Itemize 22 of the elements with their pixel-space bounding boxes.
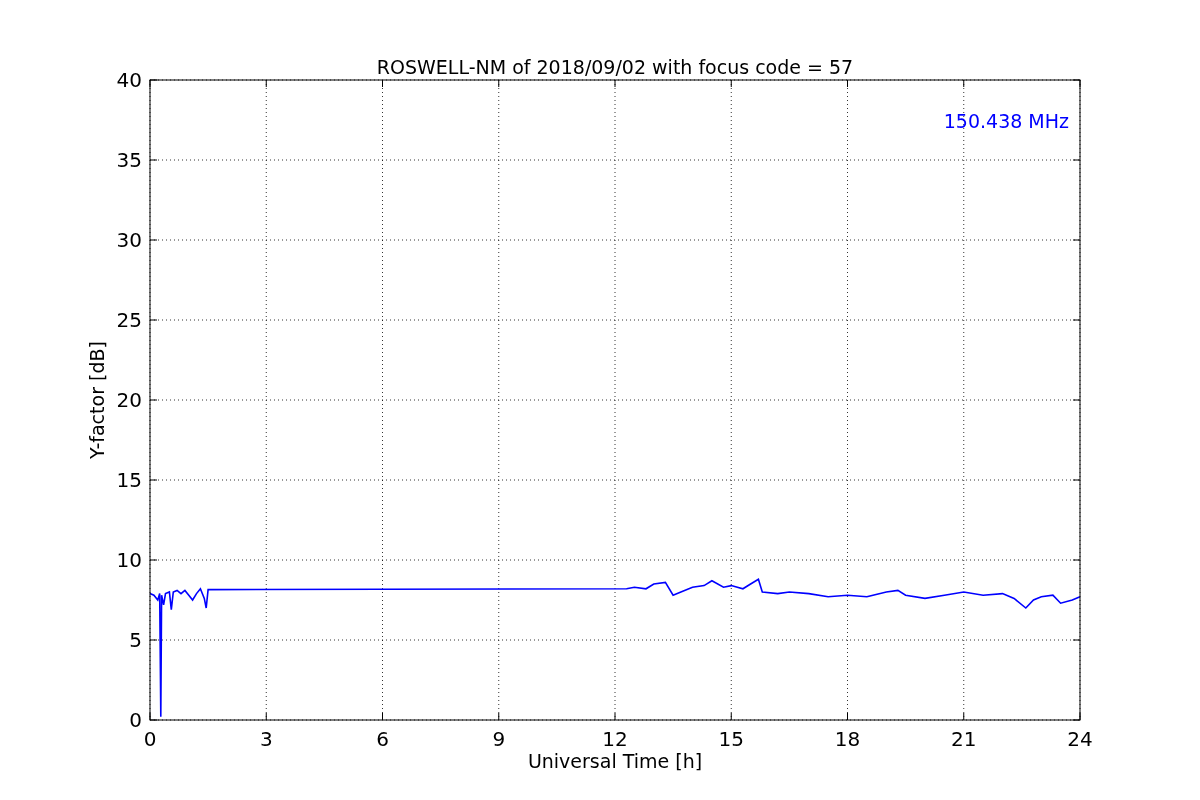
x-tick-label: 3 xyxy=(259,727,273,751)
x-tick-label: 12 xyxy=(602,727,628,751)
x-tick-label: 18 xyxy=(834,727,861,751)
y-tick-label: 5 xyxy=(129,628,142,652)
y-tick-label: 30 xyxy=(116,228,142,252)
y-tick-label: 15 xyxy=(116,468,142,492)
y-tick-label: 40 xyxy=(116,68,142,92)
x-tick-label: 0 xyxy=(143,727,157,751)
chart-title: ROSWELL-NM of 2018/09/02 with focus code = 57 xyxy=(376,56,854,78)
y-tick-label: 10 xyxy=(116,548,142,572)
y-tick-label: 20 xyxy=(116,388,142,412)
y-tick-label: 35 xyxy=(116,148,142,172)
x-tick-label: 15 xyxy=(718,727,744,751)
y-axis-label: Y-factor [dB] xyxy=(86,341,108,459)
x-axis-label: Universal Time [h] xyxy=(527,750,703,772)
x-tick-label: 6 xyxy=(376,727,389,751)
series-label: 150.438 MHz xyxy=(943,110,1069,132)
x-tick-label: 21 xyxy=(951,727,977,751)
y-tick-label: 25 xyxy=(116,308,142,332)
x-tick-label: 24 xyxy=(1067,727,1093,751)
x-tick-label: 9 xyxy=(492,727,506,751)
y-tick-label: 0 xyxy=(129,708,142,732)
